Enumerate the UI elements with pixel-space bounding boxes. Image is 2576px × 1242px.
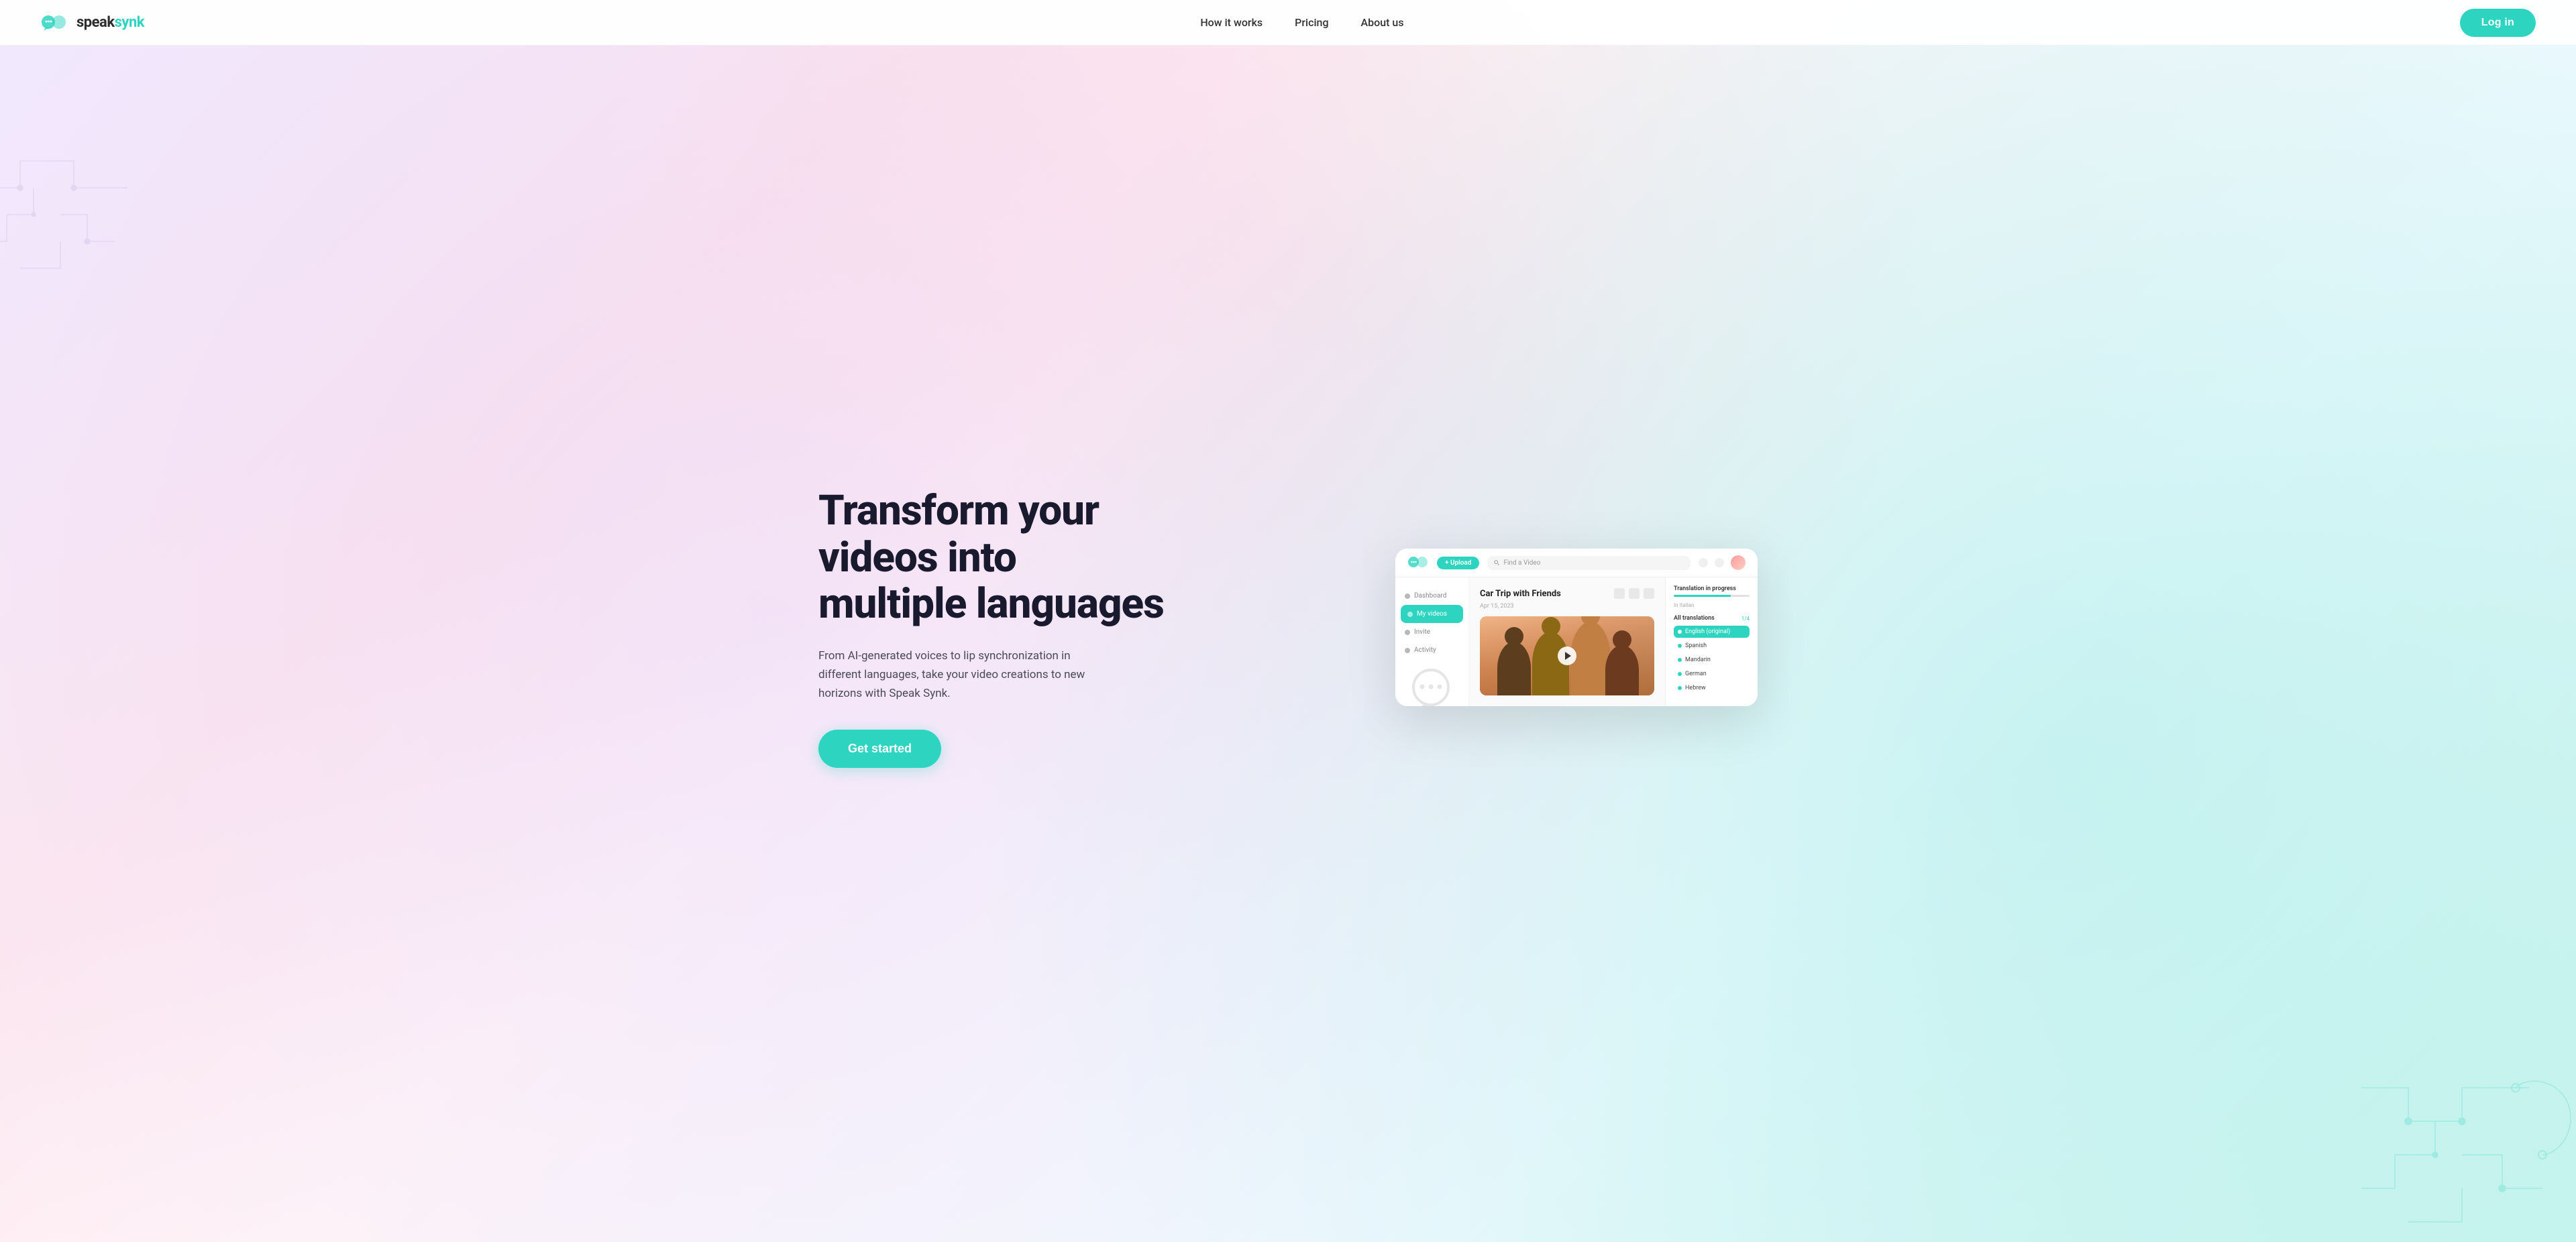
video-title: Car Trip with Friends	[1480, 589, 1561, 599]
lang-hebrew-label: Hebrew	[1685, 685, 1706, 691]
hero-section: Transform your videos into multiple lang…	[0, 0, 2576, 1242]
nav-how-it-works[interactable]: How it works	[1200, 16, 1263, 29]
get-started-button[interactable]: Get started	[818, 730, 941, 768]
mockup-chat-bubble-decoration	[1407, 667, 1454, 706]
play-triangle-icon	[1565, 652, 1571, 660]
mockup-video-area: Car Trip with Friends Apr 15, 2023	[1469, 577, 1665, 706]
mockup-sidebar-invite-icon	[1405, 630, 1410, 635]
lang-hebrew[interactable]: Hebrew	[1674, 682, 1750, 694]
video-action-share-icon[interactable]	[1644, 588, 1654, 599]
video-title-row: Car Trip with Friends	[1480, 588, 1654, 599]
hero-right: + Upload Find a Video	[1208, 549, 1758, 706]
logo-text: speaksynk	[76, 14, 144, 31]
translation-panel: Translation in progress In Italian All t…	[1665, 577, 1758, 706]
circuit-decoration-left	[0, 134, 168, 302]
app-mockup: + Upload Find a Video	[1395, 549, 1758, 706]
nav-links: How it works Pricing About us	[1200, 16, 1403, 29]
login-button[interactable]: Log in	[2460, 9, 2536, 37]
video-date: Apr 15, 2023	[1480, 603, 1654, 610]
mockup-sidebar-dashboard[interactable]: Dashboard	[1395, 587, 1468, 605]
lang-spanish-dot	[1678, 644, 1682, 648]
mockup-sidebar-activity-icon	[1405, 648, 1410, 653]
person-silhouette-3	[1570, 622, 1611, 695]
person-silhouette-4	[1605, 645, 1639, 695]
mockup-topbar-right	[1699, 555, 1746, 570]
navbar: speaksynk How it works Pricing About us …	[0, 0, 2576, 46]
mockup-settings-icon	[1715, 558, 1724, 567]
mockup-sidebar-activity[interactable]: Activity	[1395, 641, 1468, 659]
translation-subtitle: In Italian	[1674, 602, 1750, 608]
mockup-topbar: + Upload Find a Video	[1395, 549, 1758, 577]
mockup-main-content: Car Trip with Friends Apr 15, 2023	[1469, 577, 1758, 706]
translations-count-badge: 1/4	[1741, 616, 1750, 622]
mockup-search-placeholder: Find a Video	[1503, 559, 1540, 567]
mockup-sidebar-myvideos-icon	[1407, 612, 1413, 617]
hero-left: Transform your videos into multiple lang…	[818, 488, 1167, 767]
person-silhouette-1	[1497, 642, 1531, 695]
hero-title: Transform your videos into multiple lang…	[818, 488, 1167, 627]
mockup-logo-icon	[1407, 556, 1429, 569]
mockup-user-avatar[interactable]	[1731, 555, 1746, 570]
mockup-upload-button[interactable]: + Upload	[1437, 557, 1479, 569]
nav-about-us[interactable]: About us	[1361, 16, 1404, 29]
hero-inner: Transform your videos into multiple lang…	[818, 488, 1758, 767]
translation-status: Translation in progress	[1674, 585, 1750, 592]
mockup-notif-icon	[1699, 558, 1708, 567]
translation-progress-fill	[1674, 595, 1731, 597]
lang-german-dot	[1678, 672, 1682, 676]
lang-spanish[interactable]: Spanish	[1674, 640, 1750, 652]
mockup-sidebar-dashboard-icon	[1405, 594, 1410, 599]
speaksynk-logo-icon	[40, 13, 70, 32]
all-translations-label: All translations	[1674, 615, 1715, 622]
logo[interactable]: speaksynk	[40, 13, 144, 32]
translations-header: All translations 1/4	[1674, 615, 1750, 622]
lang-english-dot	[1678, 630, 1682, 634]
lang-german[interactable]: German	[1674, 668, 1750, 680]
chat-bubble-svg	[1407, 667, 1454, 706]
video-play-button[interactable]	[1558, 646, 1576, 665]
lang-mandarin-label: Mandarin	[1685, 657, 1711, 663]
circuit-decoration-right	[2328, 1054, 2576, 1242]
hero-subtitle: From AI-generated voices to lip synchron…	[818, 646, 1114, 703]
lang-mandarin-dot	[1678, 658, 1682, 662]
lang-mandarin[interactable]: Mandarin	[1674, 654, 1750, 666]
mockup-search-bar[interactable]: Find a Video	[1487, 556, 1690, 570]
translation-status-text: Translation in progress	[1674, 585, 1736, 592]
nav-pricing[interactable]: Pricing	[1295, 16, 1328, 29]
video-thumbnail[interactable]	[1480, 616, 1654, 695]
lang-hebrew-dot	[1678, 686, 1682, 690]
lang-english[interactable]: English (original)	[1674, 626, 1750, 638]
video-action-grid-icon[interactable]	[1614, 588, 1625, 599]
video-actions	[1614, 588, 1654, 599]
lang-spanish-label: Spanish	[1685, 642, 1707, 649]
video-action-expand-icon[interactable]	[1629, 588, 1640, 599]
lang-english-label: English (original)	[1685, 628, 1730, 635]
mockup-sidebar-my-videos[interactable]: My videos	[1401, 605, 1463, 623]
mockup-search-icon	[1494, 560, 1499, 565]
lang-german-label: German	[1685, 671, 1707, 677]
mockup-sidebar-invite[interactable]: Invite	[1395, 623, 1468, 641]
translation-progress-bar	[1674, 595, 1750, 597]
